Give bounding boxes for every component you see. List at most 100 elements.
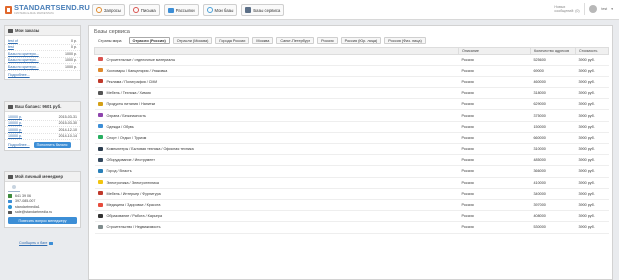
row-name[interactable]: Мебель / Техника / Химия xyxy=(103,87,459,100)
row-icon-cell xyxy=(94,98,104,111)
database-icon xyxy=(206,7,213,13)
row-description: Россия xyxy=(458,65,531,77)
user-name[interactable]: test xyxy=(601,7,607,11)
row-name[interactable]: Компьютеры / Бытовая техника / Офисная т… xyxy=(103,143,459,156)
table-row[interactable]: Мебель / Техника / Химия Россия 318000 3900… xyxy=(94,87,609,100)
table-row[interactable]: Компьютеры / Бытовая техника / Офисная т… xyxy=(94,143,609,156)
category-icon xyxy=(97,57,103,62)
nav-letters-button[interactable]: Письма xyxy=(128,4,160,16)
orders-more-link[interactable]: Подробнее... xyxy=(8,73,30,77)
tab-saint-petersburg[interactable]: Санкт-Петербург xyxy=(276,37,315,44)
row-icon-cell xyxy=(94,199,104,212)
row-name[interactable]: Продукты питания / Напитки xyxy=(103,98,459,111)
row-count: 375000 xyxy=(530,109,576,122)
table-row[interactable]: Электроника / Электротехника Россия 410000… xyxy=(94,177,609,189)
order-name[interactable]: test xyxy=(8,45,14,49)
messages-link[interactable]: Новых сообщений: (0) xyxy=(554,5,580,14)
tab-world[interactable]: Страны мира xyxy=(94,37,126,44)
ask-manager-button[interactable]: Повесить вопрос менеджеру xyxy=(8,217,77,224)
logo[interactable]: STANDARTSEND.RU СИСТЕМА E-MAIL МАРКЕТИНГ… xyxy=(5,4,90,15)
table-row[interactable]: Строительство / Недвижимость Россия 530000… xyxy=(94,221,609,234)
table-row[interactable]: Строительные / отделочные материалы Росси… xyxy=(94,54,609,66)
row-count: 366000 xyxy=(530,165,576,178)
refresh-icon xyxy=(96,7,102,13)
payment-date: 2015-03-30 xyxy=(58,121,77,126)
row-name[interactable]: Спорт / Отдых / Туризм xyxy=(103,132,459,145)
row-name[interactable]: Оборудование / Инструмент xyxy=(103,154,459,167)
row-price: 3900 руб. xyxy=(575,199,609,212)
row-count: 69000 xyxy=(530,65,576,77)
table-row[interactable]: Спорт / Отдых / Туризм Россия 660000 3900 р… xyxy=(94,132,609,145)
category-icon xyxy=(97,224,103,229)
table-row[interactable]: Охрана / Безопасность Россия 375000 3900 ру… xyxy=(94,109,609,122)
divider xyxy=(584,3,586,15)
chevron-down-icon[interactable]: ▾ xyxy=(611,7,613,11)
category-icon xyxy=(97,135,103,140)
tab-russia-legal[interactable]: Россия (Юр. лица) xyxy=(340,37,382,44)
row-name[interactable]: Образование / Работа / Карьера xyxy=(103,210,459,223)
payment-amount[interactable]: 10000 р. xyxy=(8,134,22,138)
order-name[interactable]: Базы по критери... xyxy=(8,52,39,56)
row-name[interactable]: Хозтовары / Канцелярия / Упаковка xyxy=(103,65,459,77)
region-tabs: Страны мира Отрасли (Россия) Отрасли (Мо… xyxy=(94,37,426,44)
category-icon xyxy=(97,191,103,196)
row-icon-cell xyxy=(94,154,104,167)
row-name[interactable]: Медицина / Здоровье / Красота xyxy=(103,199,459,212)
table-row[interactable]: Город / Власть Россия 366000 3900 руб. xyxy=(94,165,609,178)
balance-more-link[interactable]: Подробнее... xyxy=(8,143,30,147)
row-name[interactable]: Строительные / отделочные материалы xyxy=(103,54,459,66)
table-row[interactable]: Мебель / Интерьер / Фурнитура Россия 34000… xyxy=(94,188,609,200)
row-name[interactable]: Мебель / Интерьер / Фурнитура xyxy=(103,188,459,200)
row-count: 530000 xyxy=(530,221,576,234)
order-price: 0 р. xyxy=(71,45,77,50)
row-count: 460000 xyxy=(530,76,576,89)
tab-russia[interactable]: Россия xyxy=(317,37,338,44)
order-name[interactable]: Базы по критери... xyxy=(8,65,39,69)
order-name[interactable]: test of xyxy=(8,39,18,43)
bug-report-label: Сообщить о баге xyxy=(19,241,48,245)
order-name[interactable]: Базы по критери... xyxy=(8,58,39,62)
nav-mailings-button[interactable]: Рассылки xyxy=(163,4,199,16)
row-icon-cell xyxy=(94,76,104,89)
row-name[interactable]: Город / Власть xyxy=(103,165,459,178)
table-row[interactable]: Хозтовары / Канцелярия / Упаковка Россия 6… xyxy=(94,65,609,77)
topup-button[interactable]: Пополнить баланс xyxy=(33,142,71,148)
nav-service-databases-button[interactable]: Базы сервиса xyxy=(241,4,285,16)
row-name[interactable]: Строительство / Недвижимость xyxy=(103,221,459,234)
wallet-icon xyxy=(8,104,13,109)
payment-amount[interactable]: 10000 р. xyxy=(8,121,22,125)
row-description: Россия xyxy=(458,177,531,189)
orders-header: Мои заказы xyxy=(5,26,80,36)
row-name[interactable]: Электроника / Электротехника xyxy=(103,177,459,189)
row-description: Россия xyxy=(458,154,531,167)
nav-requests-button[interactable]: Запросы xyxy=(92,4,125,16)
table-row[interactable]: Медицина / Здоровье / Красота Россия 39700… xyxy=(94,199,609,212)
tab-moscow[interactable]: Москва xyxy=(252,37,274,44)
table-row[interactable]: Образование / Работа / Карьера Россия 4080… xyxy=(94,210,609,223)
row-name[interactable]: Охрана / Безопасность xyxy=(103,109,459,122)
bug-report-link[interactable]: Сообщить о баге xyxy=(19,241,54,245)
table-row[interactable]: Реклама / Полиграфия / СМИ Россия 460000 39… xyxy=(94,76,609,89)
table-row[interactable]: Продукты питания / Напитки Россия 629000 39… xyxy=(94,98,609,111)
tab-industries-moscow[interactable]: Отрасли (Москва) xyxy=(172,37,213,44)
row-icon-cell xyxy=(94,109,104,122)
table-row[interactable]: Оборудование / Инструмент Россия 485000 390… xyxy=(94,154,609,167)
payment-amount[interactable]: 10000 р. xyxy=(8,115,22,119)
row-price: 3900 руб. xyxy=(575,98,609,111)
tab-russia-individuals[interactable]: Россия (Физ. лица) xyxy=(384,37,426,44)
row-name[interactable]: Реклама / Полиграфия / СМИ xyxy=(103,76,459,89)
row-price: 3900 руб. xyxy=(575,188,609,200)
row-name[interactable]: Одежда / Обувь xyxy=(103,121,459,133)
contact-text: 641 39 06 xyxy=(15,193,31,198)
tab-industries-russia[interactable]: Отрасли (Россия) xyxy=(128,37,170,44)
tab-cities-russia[interactable]: Города России xyxy=(215,37,250,44)
table-row[interactable]: Одежда / Обувь Россия 150000 3900 руб. xyxy=(94,121,609,133)
payment-amount[interactable]: 10000 р. xyxy=(8,128,22,132)
nav-my-databases-button[interactable]: Мои базы xyxy=(202,4,238,16)
user-area: Новых сообщений: (0) test ▾ xyxy=(554,3,613,15)
avatar[interactable] xyxy=(589,5,598,13)
row-price: 3900 руб. xyxy=(575,121,609,133)
mobile-icon xyxy=(8,199,12,203)
top-bar: STANDARTSEND.RU СИСТЕМА E-MAIL МАРКЕТИНГ… xyxy=(0,0,619,20)
row-icon-cell xyxy=(94,177,104,189)
